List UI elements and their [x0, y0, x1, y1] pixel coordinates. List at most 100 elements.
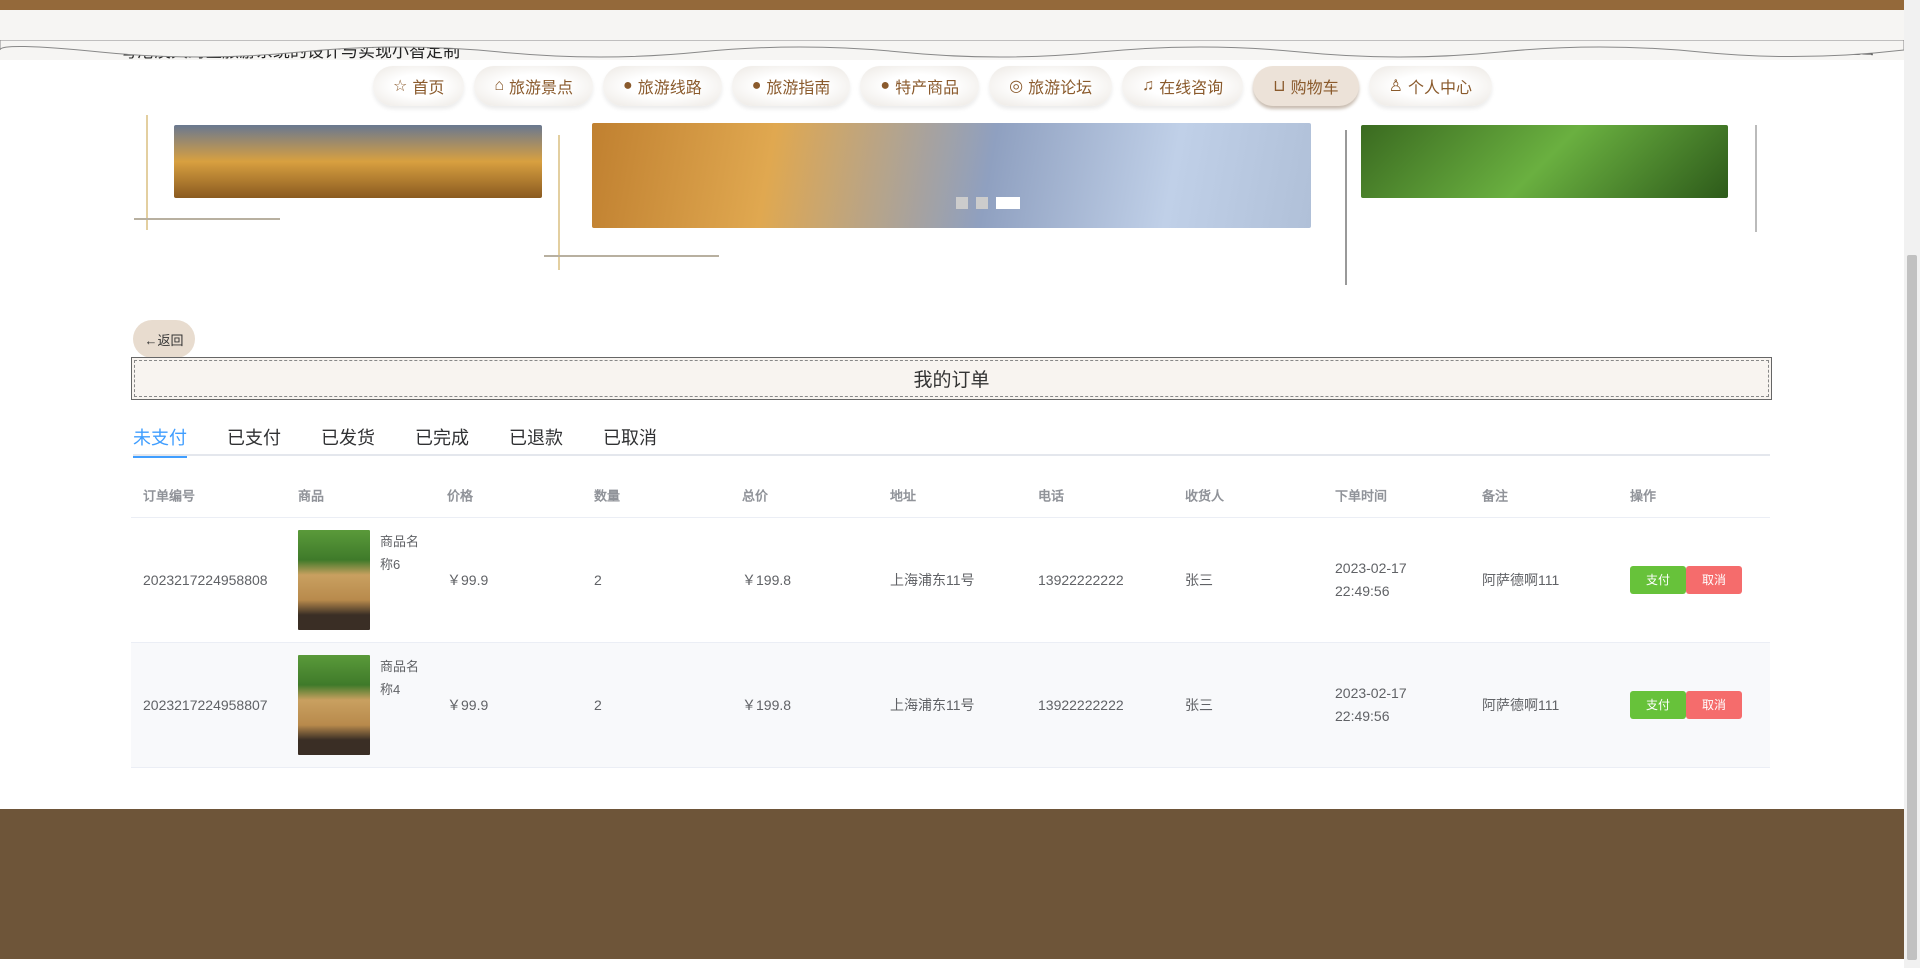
col-receiver: 收货人 — [1185, 488, 1225, 504]
actions: 支付 取消 — [1630, 691, 1742, 719]
nav-specialty[interactable]: ● 特产商品 — [860, 66, 980, 106]
nav-label: 个人中心 — [1407, 80, 1472, 97]
pay-button[interactable]: 支付 — [1630, 566, 1686, 594]
receiver: 张三 — [1185, 697, 1213, 713]
quantity: 2 — [594, 697, 602, 713]
order-id: 2023217224958808 — [143, 572, 268, 588]
phone: 13922222222 — [1038, 697, 1124, 713]
product-image[interactable] — [298, 530, 370, 630]
tab-shipped[interactable]: 已发货 — [321, 424, 375, 456]
bag-icon: ⌂ — [494, 77, 505, 94]
product-name: 商品名称6 — [380, 534, 420, 572]
receiver: 张三 — [1185, 572, 1213, 588]
carousel-dot[interactable] — [956, 197, 968, 209]
price: ￥99.9 — [447, 697, 489, 713]
quantity: 2 — [594, 572, 602, 588]
address: 上海浦东11号 — [890, 572, 975, 588]
nav-label: 首页 — [412, 80, 445, 97]
nav-label: 旅游景点 — [509, 80, 574, 97]
col-phone: 电话 — [1038, 488, 1065, 504]
headset-icon: ♫ — [1142, 77, 1155, 94]
decor-line — [1755, 125, 1757, 232]
total: ￥199.8 — [742, 572, 792, 588]
nav-label: 旅游指南 — [766, 80, 831, 97]
table-row: 2023217224958807 商品名称4 ￥99.9 2 ￥199.8 上海… — [131, 643, 1770, 768]
col-price: 价格 — [447, 488, 474, 504]
banner-carousel[interactable] — [0, 115, 1904, 285]
user-icon: ♙ — [1388, 78, 1403, 95]
decor-line — [146, 115, 148, 230]
order-time: 2023-02-17 22:49:56 — [1335, 560, 1407, 599]
banner-image-center — [592, 123, 1311, 228]
decor-line — [558, 135, 560, 270]
phone: 13922222222 — [1038, 572, 1124, 588]
nav-label: 特产商品 — [895, 80, 960, 97]
main-nav: ☆ 首页 ⌂ 旅游景点 ● 旅游线路 ● 旅游指南 ● 特产商品 ◎ 旅游论坛 ♫ 在线咨询 … — [373, 66, 1492, 106]
note: 阿萨德啊111 — [1482, 697, 1560, 713]
scrollbar-thumb[interactable] — [1907, 255, 1917, 960]
nav-profile[interactable]: ♙ 个人中心 — [1368, 66, 1492, 106]
page-title-text: 我的订单 — [913, 370, 990, 391]
page-title: 我的订单 — [131, 357, 1772, 400]
decor-line — [134, 218, 280, 220]
question-icon: ● — [751, 77, 762, 94]
address: 上海浦东11号 — [890, 697, 975, 713]
top-bar — [0, 0, 1904, 10]
price: ￥99.9 — [447, 572, 489, 588]
footer — [0, 809, 1904, 959]
col-note: 备注 — [1482, 488, 1509, 504]
info-icon: ● — [880, 77, 891, 94]
table-row: 2023217224958808 商品名称6 ￥99.9 2 ￥199.8 上海… — [131, 518, 1770, 643]
tab-unpaid[interactable]: 未支付 — [133, 424, 187, 458]
nav-cart[interactable]: ⊔ 购物车 — [1253, 66, 1359, 106]
cancel-button[interactable]: 取消 — [1686, 566, 1742, 594]
tab-completed[interactable]: 已完成 — [415, 424, 469, 456]
nav-guide[interactable]: ● 旅游指南 — [731, 66, 851, 106]
order-id: 2023217224958807 — [143, 697, 268, 713]
total: ￥199.8 — [742, 697, 792, 713]
banner-image-right — [1361, 125, 1728, 198]
col-actions: 操作 — [1630, 488, 1657, 504]
col-order-id: 订单编号 — [143, 488, 196, 504]
product-cell: 商品名称6 — [298, 530, 438, 630]
tab-cancelled[interactable]: 已取消 — [603, 424, 657, 456]
banner-image-left — [174, 125, 542, 198]
product-name: 商品名称4 — [380, 659, 420, 697]
decor-line — [544, 255, 719, 257]
note: 阿萨德啊111 — [1482, 572, 1560, 588]
nav-forum[interactable]: ◎ 旅游论坛 — [989, 66, 1113, 106]
decor-line — [1345, 130, 1347, 285]
forum-icon: ◎ — [1009, 78, 1024, 95]
scrollbar[interactable] — [1904, 0, 1920, 968]
nav-label: 在线咨询 — [1159, 80, 1224, 97]
star-icon: ☆ — [393, 78, 408, 95]
actions: 支付 取消 — [1630, 566, 1742, 594]
orders-table: 订单编号 商品 价格 数量 总价 地址 电话 收货人 下单时间 备注 操作 20… — [131, 473, 1770, 768]
tab-paid[interactable]: 已支付 — [227, 424, 281, 456]
table-header: 订单编号 商品 价格 数量 总价 地址 电话 收货人 下单时间 备注 操作 — [131, 473, 1770, 518]
order-time: 2023-02-17 22:49:56 — [1335, 685, 1407, 724]
info-icon: ● — [623, 77, 633, 94]
nav-label: 旅游论坛 — [1028, 80, 1093, 97]
col-address: 地址 — [890, 488, 917, 504]
order-status-tabs: 未支付 已支付 已发货 已完成 已退款 已取消 — [133, 424, 1770, 458]
nav-attractions[interactable]: ⌂ 旅游景点 — [474, 66, 594, 106]
cancel-button[interactable]: 取消 — [1686, 691, 1742, 719]
nav-label: 旅游线路 — [637, 80, 702, 97]
col-time: 下单时间 — [1335, 488, 1388, 504]
nav-routes[interactable]: ● 旅游线路 — [603, 66, 722, 106]
nav-label: 购物车 — [1290, 80, 1339, 97]
col-total: 总价 — [742, 488, 769, 504]
product-cell: 商品名称4 — [298, 655, 438, 755]
nav-consult[interactable]: ♫ 在线咨询 — [1122, 66, 1244, 106]
nav-home[interactable]: ☆ 首页 — [373, 66, 465, 106]
pay-button[interactable]: 支付 — [1630, 691, 1686, 719]
carousel-dot[interactable] — [976, 197, 988, 209]
back-button[interactable]: ←返回 — [133, 320, 195, 358]
product-image[interactable] — [298, 655, 370, 755]
carousel-dot-active[interactable] — [996, 197, 1020, 209]
tab-refunded[interactable]: 已退款 — [509, 424, 563, 456]
col-product: 商品 — [298, 488, 325, 504]
cart-icon: ⊔ — [1273, 78, 1286, 95]
col-qty: 数量 — [594, 488, 621, 504]
